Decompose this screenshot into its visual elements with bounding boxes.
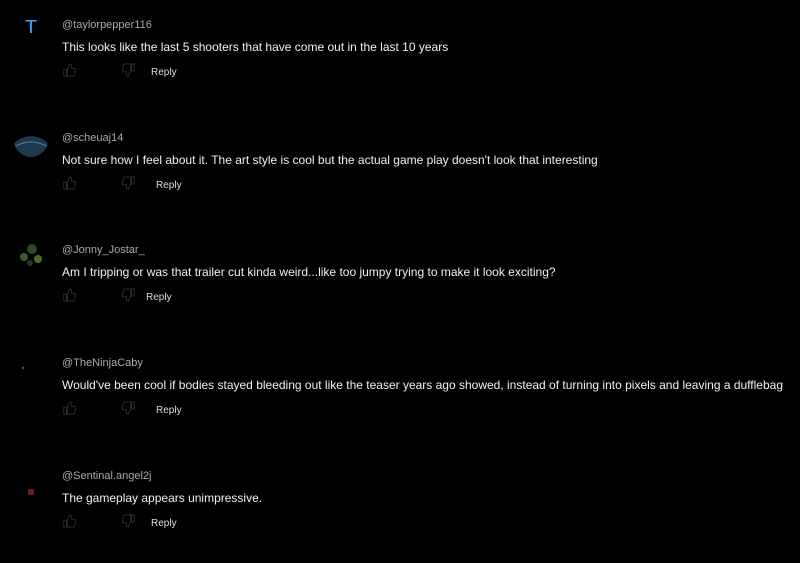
thumb-down-icon[interactable] xyxy=(122,401,136,415)
comment-author[interactable]: @TheNinjaCaby xyxy=(62,357,143,369)
reply-button[interactable]: Reply xyxy=(151,518,177,529)
thumb-down-icon[interactable] xyxy=(122,63,136,77)
comment-author[interactable]: @Sentinal.angel2j xyxy=(62,470,151,482)
comment-text: Not sure how I feel about it. The art st… xyxy=(62,153,598,167)
avatar-image xyxy=(21,366,25,370)
thumb-down-icon[interactable] xyxy=(122,176,136,190)
thumb-up-icon[interactable] xyxy=(62,514,76,528)
reply-button[interactable]: Reply xyxy=(156,180,182,191)
avatar[interactable] xyxy=(14,123,48,157)
comment-item: @Sentinal.angel2j The gameplay appears u… xyxy=(0,456,800,556)
comment-item: @TheNinjaCaby Would've been cool if bodi… xyxy=(0,343,800,443)
comment-text: Would've been cool if bodies stayed blee… xyxy=(62,378,783,392)
avatar-image xyxy=(14,136,48,157)
comment-author[interactable]: @taylorpepper116 xyxy=(62,19,152,31)
comment-item: T @taylorpepper116 This looks like the l… xyxy=(0,5,800,105)
comment-text: Am I tripping or was that trailer cut ki… xyxy=(62,265,556,279)
comment-text: This looks like the last 5 shooters that… xyxy=(62,40,449,54)
avatar[interactable] xyxy=(14,235,48,269)
comment-item: @scheuaj14 Not sure how I feel about it.… xyxy=(0,118,800,218)
reply-button[interactable]: Reply xyxy=(156,405,182,416)
avatar[interactable]: T xyxy=(14,10,48,44)
avatar-letter: T xyxy=(25,16,37,38)
comment-actions: Reply xyxy=(62,514,222,534)
comment-author[interactable]: @Jonny_Jostar_ xyxy=(62,244,145,256)
avatar[interactable] xyxy=(14,348,48,382)
thumb-down-icon[interactable] xyxy=(122,288,136,302)
thumb-up-icon[interactable] xyxy=(62,288,76,302)
reply-button[interactable]: Reply xyxy=(146,292,172,303)
comment-actions: Reply xyxy=(62,288,222,308)
comment-text: The gameplay appears unimpressive. xyxy=(62,491,263,505)
avatar[interactable] xyxy=(14,461,48,495)
thumb-up-icon[interactable] xyxy=(62,401,76,415)
avatar-image xyxy=(28,489,34,495)
comment-actions: Reply xyxy=(62,176,222,196)
comment-actions: Reply xyxy=(62,401,222,421)
reply-button[interactable]: Reply xyxy=(151,67,177,78)
comment-author[interactable]: @scheuaj14 xyxy=(62,132,123,144)
avatar-image xyxy=(20,244,42,266)
thumb-down-icon[interactable] xyxy=(122,514,136,528)
thumb-up-icon[interactable] xyxy=(62,63,76,77)
comment-item: @Jonny_Jostar_ Am I tripping or was that… xyxy=(0,230,800,330)
thumb-up-icon[interactable] xyxy=(62,176,76,190)
comment-actions: Reply xyxy=(62,63,222,83)
